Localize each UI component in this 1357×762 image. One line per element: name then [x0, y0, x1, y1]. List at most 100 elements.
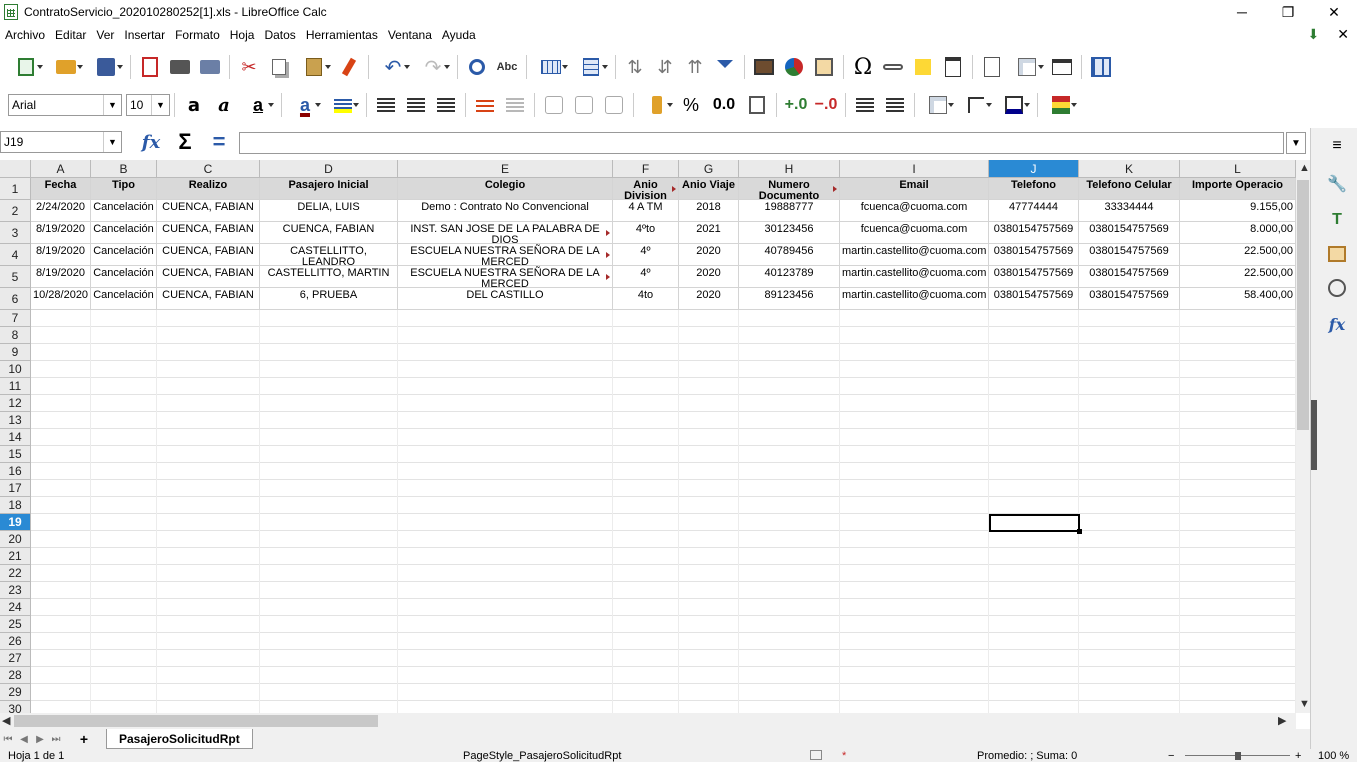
data-cell[interactable]: 6, PRUEBA — [260, 288, 398, 310]
spelling-button[interactable]: Abc — [492, 53, 522, 81]
data-cell[interactable]: 8.000,00 — [1180, 222, 1296, 244]
empty-row[interactable] — [31, 633, 1296, 650]
sidebar-functions-button[interactable]: fx — [1325, 312, 1349, 336]
zoom-slider-thumb[interactable] — [1235, 752, 1241, 760]
align-center-button[interactable] — [401, 91, 431, 119]
data-cell[interactable]: 47774444 — [989, 200, 1079, 222]
data-cell[interactable]: CUENCA, FABIAN — [157, 222, 260, 244]
data-cell[interactable]: martin.castellito@cuoma.com — [840, 266, 989, 288]
data-cell[interactable]: ESCUELA NUESTRA SEÑORA DE LA MERCED — [398, 244, 613, 266]
data-cell[interactable]: fcuenca@cuoma.com — [840, 200, 989, 222]
scroll-down-icon[interactable]: ▼ — [1299, 698, 1310, 710]
font-size-select[interactable]: 10 ▼ — [126, 94, 170, 116]
header-cell[interactable]: Anio Viaje — [679, 178, 739, 200]
data-cell[interactable]: 89123456 — [739, 288, 840, 310]
fill-handle[interactable] — [1077, 529, 1082, 534]
redo-button[interactable]: ↷ — [413, 53, 453, 81]
print-preview-button[interactable] — [195, 53, 225, 81]
data-cell[interactable]: 22.500,00 — [1180, 266, 1296, 288]
empty-row[interactable] — [31, 514, 1296, 531]
empty-row[interactable] — [31, 565, 1296, 582]
row-header-18[interactable]: 18 — [0, 497, 31, 514]
cut-button[interactable]: ✂ — [234, 53, 264, 81]
header-cell[interactable]: Telefono — [989, 178, 1079, 200]
data-cell[interactable]: 2021 — [679, 222, 739, 244]
row-header-4[interactable]: 4 — [0, 244, 31, 266]
row-header-8[interactable]: 8 — [0, 327, 31, 344]
font-color-button[interactable]: a — [286, 91, 324, 119]
show-sidebar-button[interactable] — [1086, 53, 1116, 81]
data-cell[interactable]: 2018 — [679, 200, 739, 222]
freeze-rows-columns-button[interactable] — [1007, 53, 1047, 81]
data-cell[interactable]: 22.500,00 — [1180, 244, 1296, 266]
special-character-button[interactable]: Ω — [848, 53, 878, 81]
font-name-select[interactable]: Arial ▼ — [8, 94, 122, 116]
row-header-12[interactable]: 12 — [0, 395, 31, 412]
new-spreadsheet-button[interactable] — [6, 53, 46, 81]
data-cell[interactable]: DEL CASTILLO — [398, 288, 613, 310]
data-cell[interactable]: Cancelación — [91, 200, 157, 222]
column-header-g[interactable]: G — [679, 160, 739, 178]
zoom-level[interactable]: 100 % — [1318, 750, 1349, 762]
vertical-scrollbar[interactable]: ▲ ▼ — [1296, 160, 1310, 713]
number-format-button[interactable]: 0.0 — [706, 91, 742, 119]
data-cell[interactable]: CASTELLITTO, LEANDRO — [260, 244, 398, 266]
next-sheet-icon[interactable]: ▶ — [32, 734, 48, 745]
undo-button[interactable]: ↶ — [373, 53, 413, 81]
vertical-scroll-thumb[interactable] — [1297, 180, 1309, 430]
data-cell[interactable]: 10/28/2020 — [31, 288, 91, 310]
align-top-button[interactable] — [539, 91, 569, 119]
sort-descending-button[interactable]: ⇵ — [650, 53, 680, 81]
data-cell[interactable]: 30123456 — [739, 222, 840, 244]
data-cell[interactable]: CUENCA, FABIAN — [157, 288, 260, 310]
merge-center-button[interactable] — [500, 91, 530, 119]
close-window-button[interactable]: ✕ — [1311, 0, 1357, 24]
decrease-indent-button[interactable] — [880, 91, 910, 119]
menu-hoja[interactable]: Hoja — [225, 28, 260, 42]
data-cell[interactable]: 4to — [613, 288, 679, 310]
empty-row[interactable] — [31, 701, 1296, 713]
find-replace-button[interactable] — [462, 53, 492, 81]
headers-footers-button[interactable] — [938, 53, 968, 81]
sum-info[interactable]: Promedio: ; Suma: 0 — [977, 750, 1077, 762]
data-cell[interactable]: CUENCA, FABIAN — [157, 266, 260, 288]
data-cell[interactable]: 2020 — [679, 288, 739, 310]
formula-input[interactable] — [239, 132, 1284, 154]
data-cell[interactable]: 40123789 — [739, 266, 840, 288]
data-cell[interactable]: CUENCA, FABIAN — [260, 222, 398, 244]
row-header-13[interactable]: 13 — [0, 412, 31, 429]
row-header-24[interactable]: 24 — [0, 599, 31, 616]
sidebar-collapse-handle[interactable] — [1311, 400, 1317, 470]
menu-herramientas[interactable]: Herramientas — [301, 28, 383, 42]
menu-editar[interactable]: Editar — [50, 28, 91, 42]
first-sheet-icon[interactable]: ⏮ — [0, 734, 16, 745]
data-cell[interactable]: fcuenca@cuoma.com — [840, 222, 989, 244]
comment-button[interactable] — [908, 53, 938, 81]
split-window-button[interactable] — [1047, 53, 1077, 81]
currency-format-button[interactable] — [638, 91, 676, 119]
align-left-button[interactable] — [371, 91, 401, 119]
header-cell[interactable]: Tipo — [91, 178, 157, 200]
sidebar-properties-button[interactable]: 🔧 — [1325, 172, 1349, 196]
row-header-3[interactable]: 3 — [0, 222, 31, 244]
row-header-21[interactable]: 21 — [0, 548, 31, 565]
row-header-26[interactable]: 26 — [0, 633, 31, 650]
data-cell[interactable]: 0380154757569 — [989, 222, 1079, 244]
row-header-29[interactable]: 29 — [0, 684, 31, 701]
border-style-button[interactable] — [957, 91, 995, 119]
add-sheet-button[interactable]: + — [74, 731, 94, 747]
empty-row[interactable] — [31, 395, 1296, 412]
row-header-9[interactable]: 9 — [0, 344, 31, 361]
data-cell[interactable]: DELIA, LUIS — [260, 200, 398, 222]
empty-row[interactable] — [31, 531, 1296, 548]
column-header-l[interactable]: L — [1180, 160, 1296, 178]
hyperlink-button[interactable] — [878, 53, 908, 81]
row-header-5[interactable]: 5 — [0, 266, 31, 288]
formula-button[interactable]: = — [204, 129, 234, 154]
scroll-right-icon[interactable]: ▶ — [1278, 714, 1286, 727]
scroll-up-icon[interactable]: ▲ — [1299, 162, 1310, 174]
horizontal-scroll-thumb[interactable] — [14, 715, 378, 727]
menu-formato[interactable]: Formato — [170, 28, 225, 42]
percent-format-button[interactable]: % — [676, 91, 706, 119]
column-header-d[interactable]: D — [260, 160, 398, 178]
